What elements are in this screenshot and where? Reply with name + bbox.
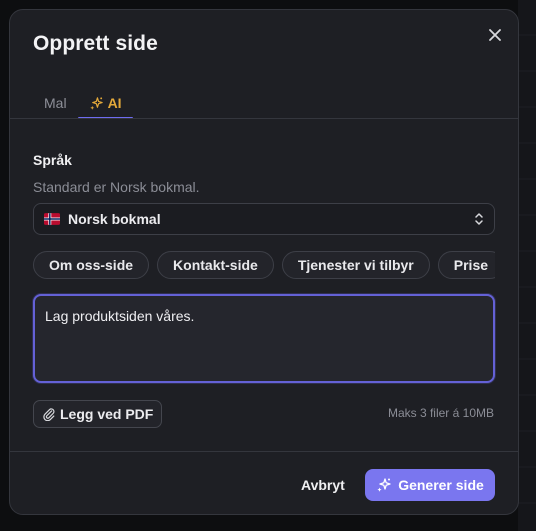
norway-flag-icon <box>44 213 60 225</box>
suggestion-chips: Om oss-side Kontakt-side Tjenester vi ti… <box>33 251 495 279</box>
create-page-dialog: Opprett side Mal AI Språk Standard er No… <box>9 9 519 515</box>
backdrop-pattern <box>518 0 536 531</box>
footer-divider <box>10 451 518 452</box>
tab-mal[interactable]: Mal <box>33 88 78 118</box>
dialog-title: Opprett side <box>33 32 158 55</box>
language-label: Språk <box>33 152 72 168</box>
language-selected-value: Norsk bokmal <box>68 211 161 227</box>
file-limit-text: Maks 3 filer á 10MB <box>387 406 494 420</box>
tab-ai-label: AI <box>107 95 122 111</box>
suggestion-chip-kontakt[interactable]: Kontakt-side <box>157 251 274 279</box>
generate-page-button[interactable]: Generer side <box>365 469 495 501</box>
language-select[interactable]: Norsk bokmal <box>33 203 495 235</box>
paperclip-icon <box>43 408 55 421</box>
suggestion-chip-tjenester[interactable]: Tjenester vi tilbyr <box>281 251 430 279</box>
close-icon <box>489 29 501 41</box>
language-hint: Standard er Norsk bokmal. <box>33 179 200 195</box>
cancel-button[interactable]: Avbryt <box>293 469 353 501</box>
tab-bar: Mal AI <box>33 88 518 119</box>
tab-ai[interactable]: AI <box>77 88 133 119</box>
attach-pdf-label: Legg ved PDF <box>60 406 154 422</box>
tab-mal-label: Mal <box>44 95 67 111</box>
prompt-textarea[interactable]: Lag produktsiden våres. <box>33 294 495 383</box>
suggestion-chip-om-oss[interactable]: Om oss-side <box>33 251 150 279</box>
sparkles-icon <box>377 478 391 492</box>
sparkles-icon <box>89 96 103 110</box>
tabs-divider <box>10 118 518 119</box>
suggestion-chip-priser[interactable]: Prise <box>437 251 495 279</box>
backdrop <box>518 0 536 531</box>
close-button[interactable] <box>484 24 506 46</box>
attach-pdf-button[interactable]: Legg ved PDF <box>33 400 163 428</box>
generate-page-label: Generer side <box>398 477 484 493</box>
chevron-up-down-icon <box>475 213 483 225</box>
